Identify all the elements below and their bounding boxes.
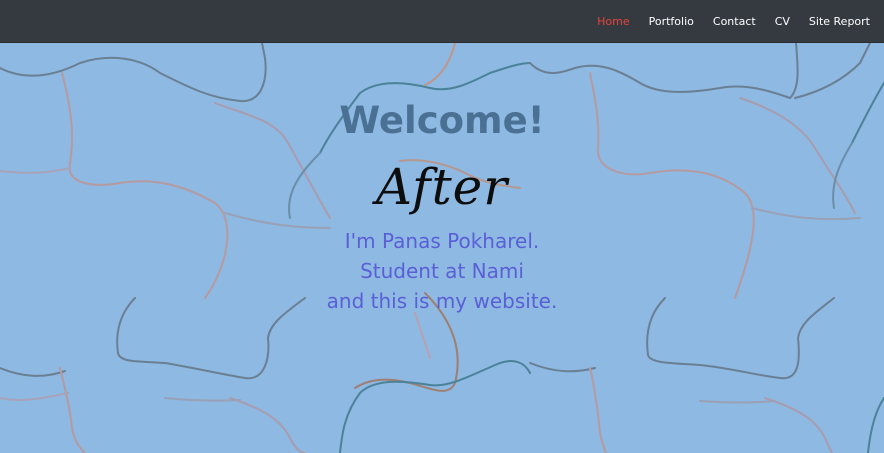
after-subheading: After [375, 158, 509, 216]
intro-line-name: I'm Panas Pokharel. [344, 229, 540, 253]
hero-section: Welcome! After I'm Panas Pokharel. Stude… [0, 43, 884, 453]
page: Home Portfolio Contact CV Site Report We… [0, 0, 884, 453]
nav-link-cv[interactable]: CV [775, 15, 790, 28]
intro-text: I'm Panas Pokharel. Student at Nami and … [0, 226, 884, 316]
nav-link-site-report[interactable]: Site Report [809, 15, 870, 28]
welcome-heading: Welcome! [339, 99, 545, 142]
top-navbar: Home Portfolio Contact CV Site Report [0, 0, 884, 43]
nav-link-portfolio[interactable]: Portfolio [649, 15, 694, 28]
nav-links: Home Portfolio Contact CV Site Report [597, 0, 870, 38]
intro-line-website: and this is my website. [326, 289, 558, 313]
nav-link-home[interactable]: Home [597, 15, 629, 28]
nav-link-contact[interactable]: Contact [713, 15, 756, 28]
intro-line-student: Student at Nami [360, 259, 524, 283]
